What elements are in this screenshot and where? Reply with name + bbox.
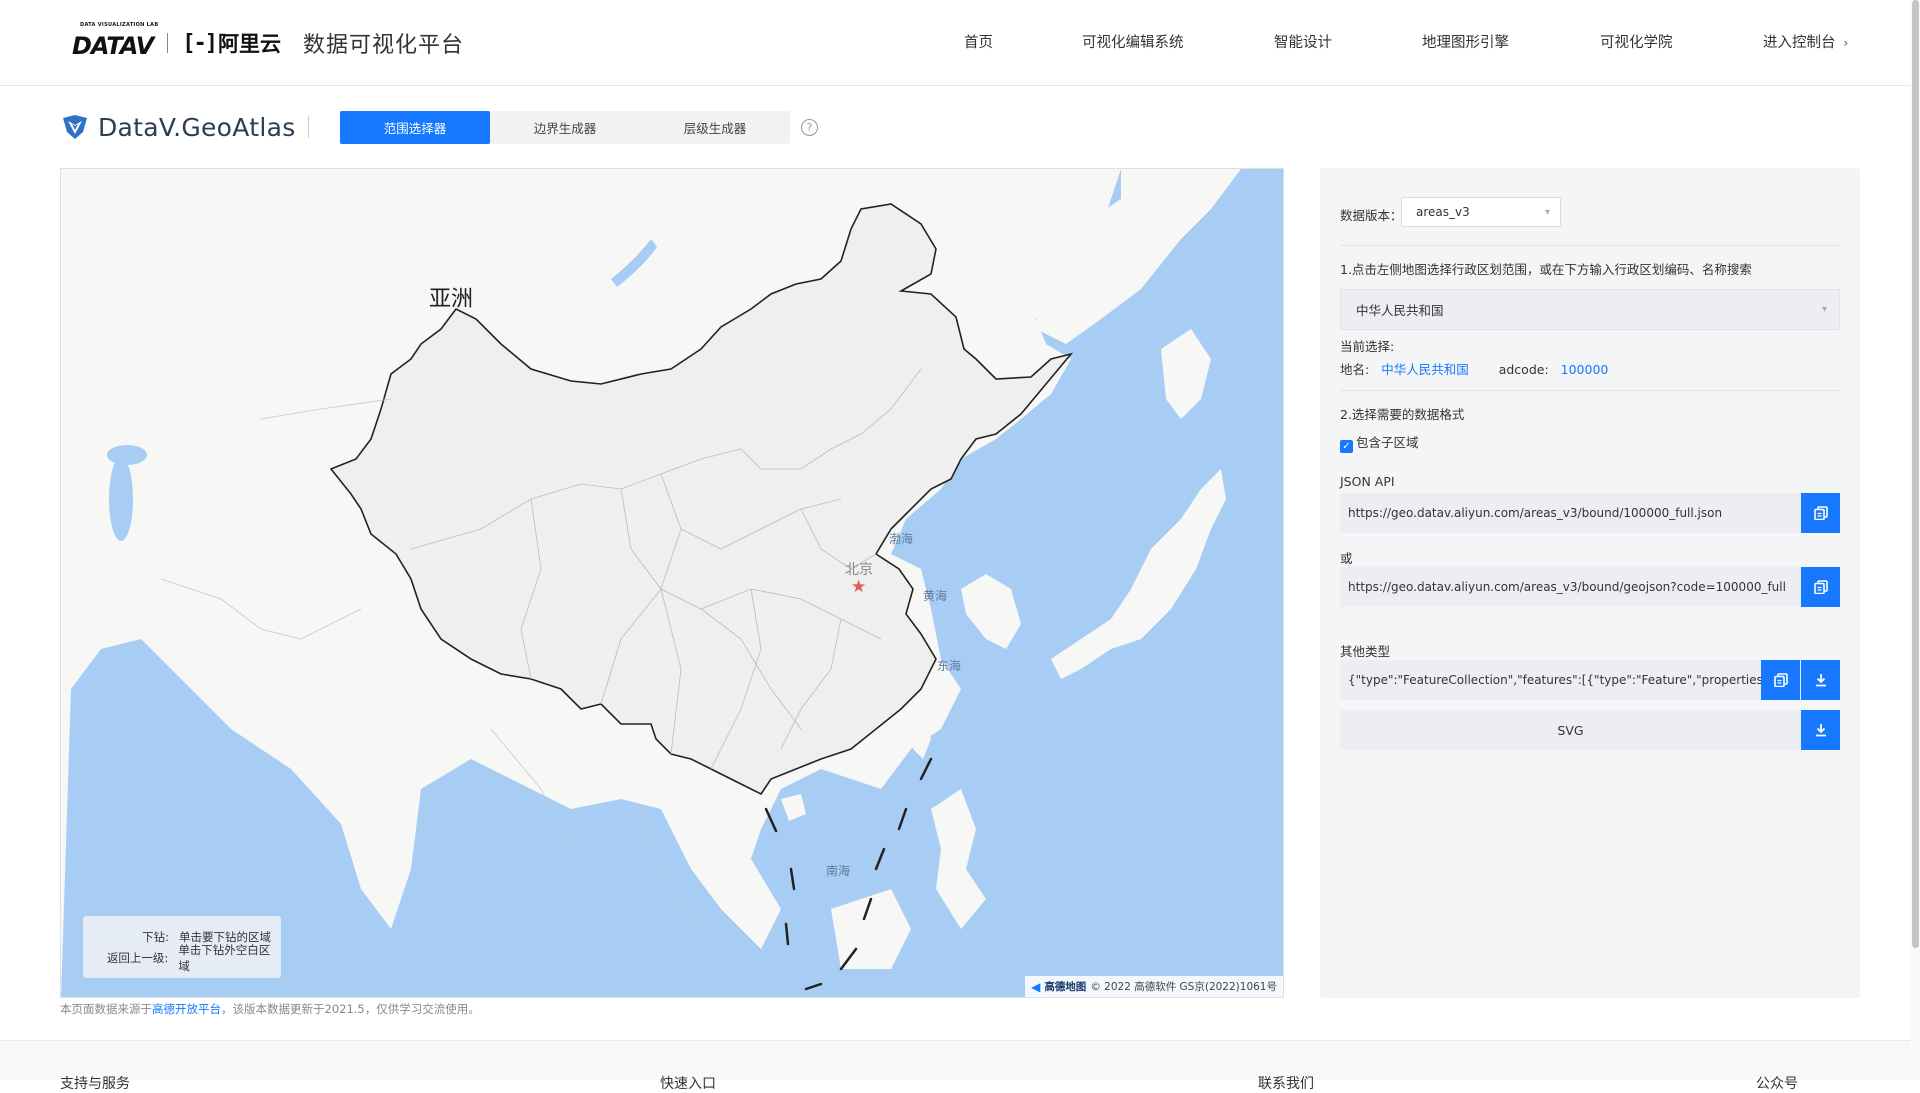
land-korea [961, 574, 1021, 649]
top-navbar: DATA VISUALIZATION LAB DATAV [-] 阿里云 数据可… [0, 0, 1920, 86]
geoatlas-brand: DataV.GeoAtlas [60, 110, 309, 144]
page-footer: 支持与服务 快速入口 联系我们 公众号 [0, 1040, 1910, 1092]
nav-smart-design[interactable]: 智能设计 [1274, 31, 1332, 52]
svg-field: SVG [1340, 710, 1840, 750]
chevron-right-icon: › [1843, 36, 1849, 50]
download-icon [1815, 674, 1826, 687]
page-scrollbar[interactable] [1910, 0, 1920, 1080]
capital-star-icon: ★ [851, 577, 867, 597]
version-select[interactable]: areas_v3 ▾ [1401, 197, 1561, 227]
continent-label: 亚洲 [429, 287, 474, 312]
or-label: 或 [1340, 551, 1353, 566]
selected-adcode: 100000 [1560, 362, 1609, 377]
geojson-field: https://geo.datav.aliyun.com/areas_v3/bo… [1340, 567, 1840, 607]
config-panel: 数据版本： areas_v3 ▾ 1.点击左侧地图选择行政区划范围，或在下方输入… [1320, 168, 1860, 998]
map-canvas[interactable] [61, 169, 1284, 998]
other-types-label: 其他类型 [1340, 644, 1391, 659]
json-api-url[interactable]: https://geo.datav.aliyun.com/areas_v3/bo… [1340, 506, 1801, 520]
selected-region-name: 中华人民共和国 [1381, 362, 1469, 377]
amap-logo[interactable]: 高德地图 [1044, 979, 1086, 994]
copy-geojson-content-button[interactable] [1761, 660, 1800, 700]
divider [1340, 245, 1840, 246]
current-selection-label: 当前选择: [1340, 339, 1395, 354]
brand-divider [307, 116, 309, 138]
svg-label: SVG [1557, 722, 1584, 738]
nav-geo-engine[interactable]: 地理图形引擎 [1422, 31, 1509, 52]
geoatlas-title: DataV.GeoAtlas [98, 112, 296, 142]
checkbox-checked-icon[interactable]: ✓ [1340, 440, 1353, 453]
download-geojson-button[interactable] [1801, 660, 1840, 700]
nav-console[interactable]: 进入控制台 › [1763, 31, 1848, 52]
geojson-url[interactable]: https://geo.datav.aliyun.com/areas_v3/bo… [1340, 580, 1801, 594]
tool-tabs: 范围选择器 边界生成器 层级生成器 [340, 111, 790, 144]
geoatlas-logo-icon [63, 115, 87, 139]
help-icon[interactable]: ? [801, 119, 818, 136]
tab-level-generator[interactable]: 层级生成器 [640, 111, 790, 144]
map-hint-box: 下钻: 单击要下钻的区域 返回上一级: 单击下钻外空白区域 [83, 916, 281, 978]
json-api-label: JSON API [1340, 474, 1395, 489]
map-attribution: ◀ 高德地图 © 2022 高德软件 GS京(2022)1061号 [1025, 976, 1283, 997]
nav-editor[interactable]: 可视化编辑系统 [1082, 31, 1184, 52]
region-search-select[interactable]: 中华人民共和国 ▾ [1340, 289, 1840, 330]
map-view[interactable]: 亚洲 北京 ★ 渤海 黄海 东海 南海 下钻: 单击要下钻的区域 返回上一级: … [60, 168, 1284, 998]
version-label: 数据版本： [1340, 208, 1403, 223]
footer-wechat: 公众号 [1756, 1076, 1798, 1092]
sea-label-bohai: 渤海 [889, 532, 914, 546]
amap-open-platform-link[interactable]: 高德开放平台 [152, 1002, 221, 1016]
download-icon [1815, 724, 1826, 737]
main-nav: 首页 可视化编辑系统 智能设计 地理图形引擎 可视化学院 进入控制台 › [0, 31, 1920, 55]
copy-geojson-button[interactable] [1801, 567, 1840, 607]
sea-label-east: 东海 [937, 659, 962, 673]
step1-instructions: 1.点击左侧地图选择行政区划范围，或在下方输入行政区划编码、名称搜索 [1340, 262, 1752, 277]
include-subregion-checkbox[interactable]: ✓ 包含子区域 [1340, 432, 1419, 453]
hint-go-up: 返回上一级: 单击下钻外空白区域 [106, 942, 271, 973]
land-hainan [781, 794, 806, 821]
json-api-field: https://geo.datav.aliyun.com/areas_v3/bo… [1340, 493, 1840, 533]
amap-arrow-icon: ◀ [1031, 979, 1041, 994]
current-selection-info: 地名: 中华人民共和国 adcode: 100000 [1340, 362, 1609, 377]
nav-home[interactable]: 首页 [964, 31, 993, 52]
nav-academy[interactable]: 可视化学院 [1600, 31, 1673, 52]
footer-contact: 联系我们 [1258, 1076, 1314, 1092]
copy-json-api-button[interactable] [1801, 493, 1840, 533]
sea-label-yellow: 黄海 [923, 589, 948, 603]
chevron-down-icon: ▾ [1544, 207, 1550, 218]
capital-label: 北京 [845, 562, 873, 578]
sea-label-south: 南海 [826, 864, 851, 878]
copy-icon [1813, 506, 1828, 520]
copy-icon [1773, 673, 1788, 687]
other-types-field: {"type":"FeatureCollection","features":[… [1340, 660, 1840, 700]
tab-boundary-generator[interactable]: 边界生成器 [490, 111, 640, 144]
footer-quick-links: 快速入口 [660, 1076, 716, 1092]
chevron-down-icon: ▾ [1821, 304, 1827, 315]
footer-support: 支持与服务 [60, 1076, 130, 1092]
page-scrollbar-thumb[interactable] [1912, 0, 1919, 948]
land-philippines [931, 789, 986, 929]
tab-range-selector[interactable]: 范围选择器 [340, 111, 490, 144]
step2-instructions: 2.选择需要的数据格式 [1340, 407, 1465, 422]
divider [1340, 390, 1840, 391]
data-source-note: 本页面数据来源于高德开放平台，该版本数据更新于2021.5，仅供学习交流使用。 [60, 1002, 480, 1016]
geojson-content-preview[interactable]: {"type":"FeatureCollection","features":[… [1340, 673, 1761, 687]
land-japan [1051, 329, 1226, 679]
download-svg-button[interactable] [1801, 710, 1840, 750]
copy-icon [1813, 580, 1828, 594]
